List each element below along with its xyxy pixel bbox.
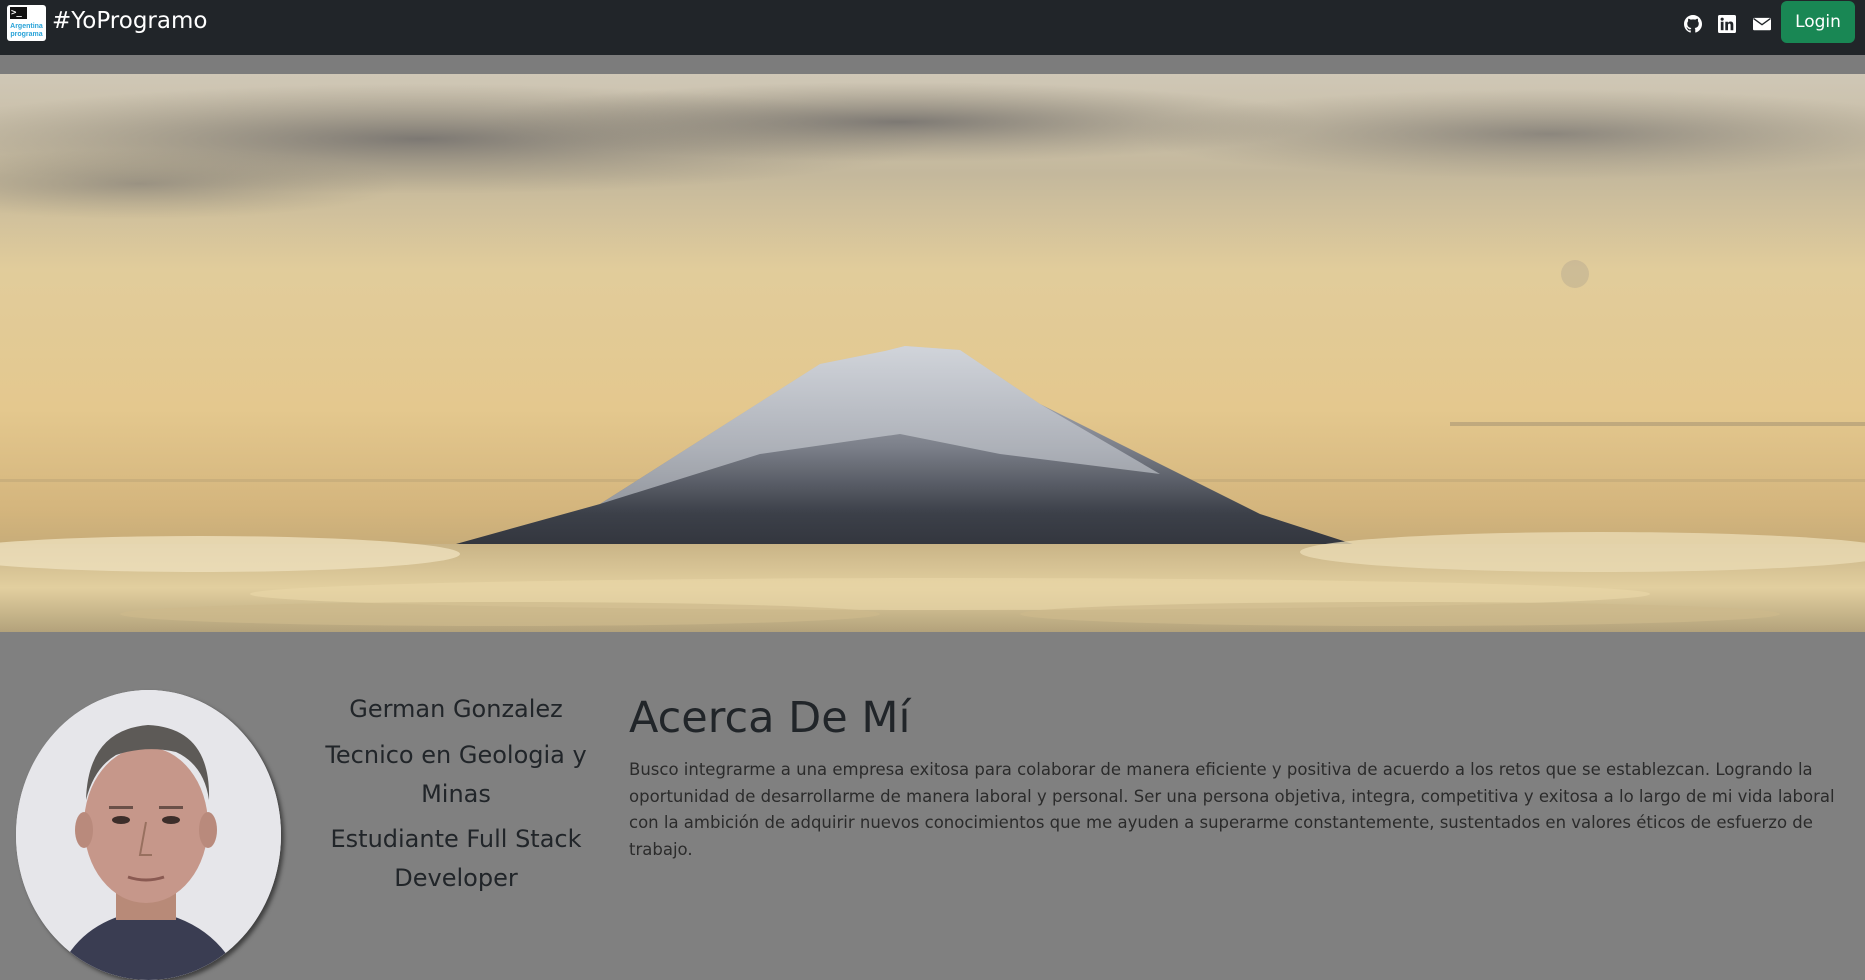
github-icon[interactable] bbox=[1684, 15, 1702, 33]
profile-title-2: Estudiante Full Stack Developer bbox=[330, 825, 582, 892]
terminal-icon: >_ bbox=[10, 7, 27, 19]
linkedin-icon[interactable] bbox=[1718, 15, 1736, 33]
login-button[interactable]: Login bbox=[1781, 1, 1855, 43]
profile-title-1: Tecnico en Geologia y Minas bbox=[325, 741, 587, 808]
top-navbar: >_ Argentina programa #YoProgramo Login bbox=[0, 0, 1865, 55]
envelope-icon[interactable] bbox=[1753, 15, 1771, 33]
profile-photo-illustration bbox=[16, 690, 281, 980]
profile-summary: German Gonzalez Tecnico en Geologia y Mi… bbox=[310, 690, 602, 898]
brand-title[interactable]: #YoProgramo bbox=[52, 8, 207, 34]
brand-logo-line2: programa bbox=[10, 31, 43, 38]
profile-photo bbox=[16, 690, 281, 980]
hero-top-strip bbox=[0, 55, 1865, 74]
about-section: Acerca De Mí Busco integrarme a una empr… bbox=[629, 690, 1854, 863]
mount-fuji-illustration bbox=[0, 74, 1865, 632]
profile-name: German Gonzalez bbox=[349, 695, 563, 723]
brand-logo-line1: Argentina bbox=[10, 23, 43, 30]
about-heading: Acerca De Mí bbox=[629, 693, 911, 743]
about-text: Busco integrarme a una empresa exitosa p… bbox=[629, 760, 1835, 859]
hero-banner-image bbox=[0, 74, 1865, 632]
brand-logo[interactable]: >_ Argentina programa bbox=[7, 5, 46, 41]
